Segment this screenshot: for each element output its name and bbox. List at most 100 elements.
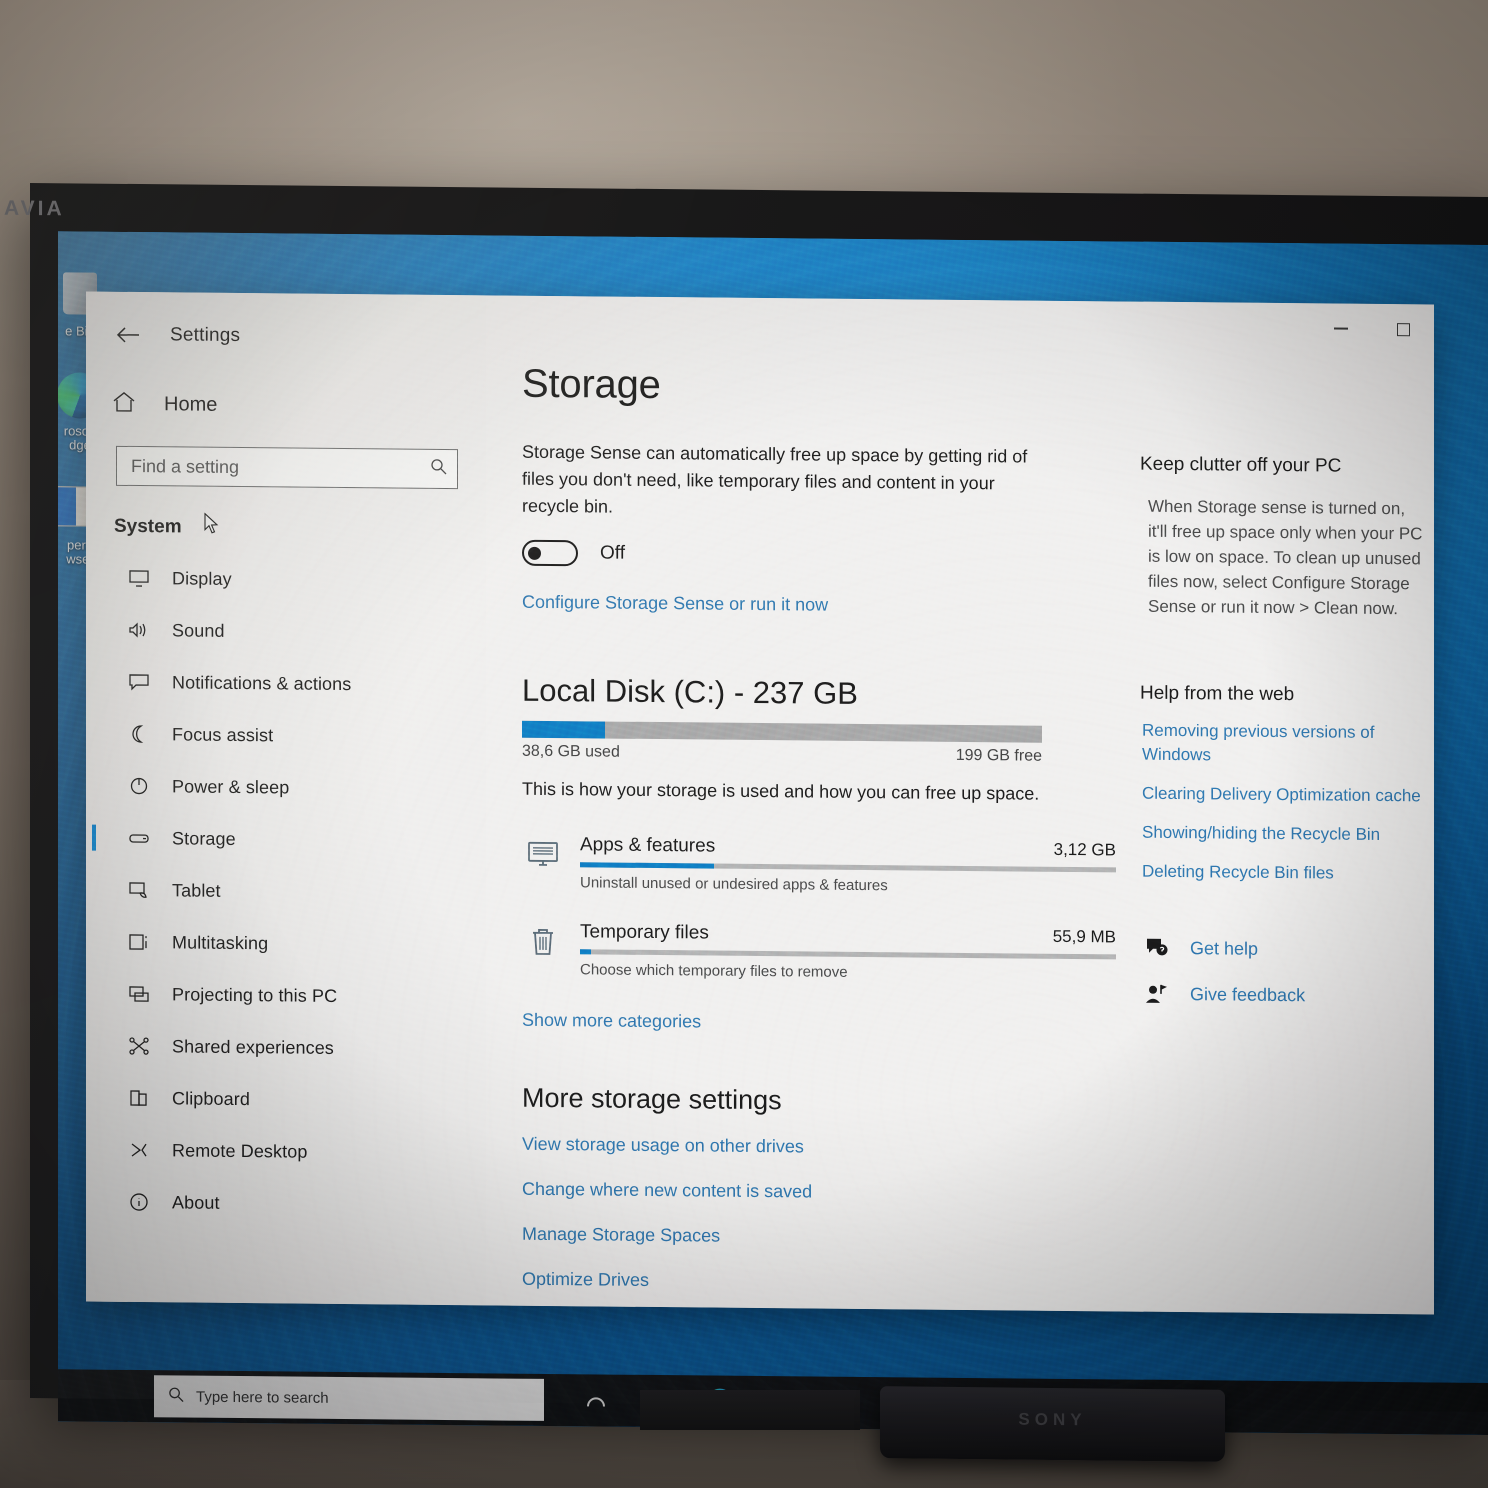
sidebar-item-remote-desktop[interactable]: Remote Desktop (86, 1124, 486, 1180)
storage-category-subtitle: Choose which temporary files to remove (580, 961, 848, 981)
settings-sidebar: Settings Home Find a setting System Disp… (86, 291, 486, 1306)
more-storage-settings-link[interactable]: View storage usage on other drives (522, 1134, 1116, 1161)
sidebar-item-tablet[interactable]: Tablet (86, 864, 486, 920)
main-column: Storage Storage Sense can automatically … (486, 361, 1116, 1314)
disk-legend: 38,6 GB used 199 GB free (522, 743, 1042, 766)
apps-monitor-icon (522, 834, 564, 876)
disk-free-label: 199 GB free (955, 746, 1042, 765)
support-link[interactable]: Give feedback (1190, 984, 1305, 1006)
more-storage-settings-link[interactable]: Optimize Drives (522, 1269, 1116, 1296)
configure-storage-sense-link[interactable]: Configure Storage Sense or run it now (522, 592, 828, 616)
monitor-stand-neck (640, 1390, 860, 1430)
storage-category-row[interactable]: Temporary files 55,9 MB Choose which tempo… (522, 921, 1116, 984)
mouse-cursor-icon (204, 512, 219, 535)
storage-category-subtitle: Uninstall unused or undesired apps & fea… (580, 874, 888, 895)
storage-category-header: Temporary files 55,9 MB (580, 921, 1116, 948)
help-from-web-link[interactable]: Showing/hiding the Recycle Bin (1140, 821, 1426, 848)
speaker-icon (124, 618, 154, 642)
sidebar-item-clipboard[interactable]: Clipboard (86, 1072, 486, 1128)
help-from-web-links: Removing previous versions of Windows Cle… (1140, 719, 1426, 887)
storage-category-name: Apps & features (580, 834, 716, 857)
maximize-button[interactable] (1372, 304, 1434, 355)
monitor-screen: e Bin rosoft dge pera wser Settings Home… (58, 231, 1488, 1435)
sidebar-item-multitasking[interactable]: Multitasking (86, 916, 486, 972)
sidebar-item-projecting-to-this-pc[interactable]: Projecting to this PC (86, 968, 486, 1024)
minimize-button[interactable] (1310, 303, 1372, 354)
storage-category-bar (580, 949, 1116, 960)
search-input[interactable] (131, 455, 430, 480)
help-chat-icon (1140, 934, 1174, 962)
sidebar-item-home[interactable]: Home (86, 382, 486, 430)
help-from-web-link[interactable]: Deleting Recycle Bin files (1140, 860, 1426, 887)
settings-main: Storage Storage Sense can automatically … (486, 295, 1434, 1315)
tablet-icon (124, 878, 154, 902)
share-icon (124, 1034, 154, 1058)
sidebar-item-storage[interactable]: Storage (86, 812, 486, 868)
sidebar-item-about[interactable]: About (86, 1176, 486, 1232)
taskbar-search-box[interactable]: Type here to search (154, 1375, 544, 1421)
info-icon (124, 1190, 154, 1214)
help-from-web-link[interactable]: Removing previous versions of Windows (1140, 719, 1426, 770)
search-container (86, 426, 486, 490)
sidebar-header: Settings (86, 310, 486, 358)
sidebar-item-sound[interactable]: Sound (86, 604, 486, 660)
support-row[interactable]: Give feedback (1140, 980, 1426, 1011)
project-icon (124, 982, 154, 1006)
storage-category-header: Apps & features 3,12 GB (580, 834, 1116, 861)
sidebar-item-display[interactable]: Display (86, 552, 486, 608)
stand-brand-label: SONY (1018, 1409, 1087, 1429)
trash-icon (522, 921, 564, 963)
storage-category-size: 3,12 GB (1053, 839, 1116, 860)
storage-sense-description: Storage Sense can automatically free up … (522, 441, 1028, 517)
storage-sense-toggle-state: Off (600, 542, 625, 564)
monitor-brand-label: AVIA (4, 196, 65, 221)
feedback-person-icon (1140, 980, 1174, 1008)
sidebar-item-shared-experiences[interactable]: Shared experiences (86, 1020, 486, 1076)
support-row[interactable]: Get help (1140, 934, 1426, 965)
more-storage-settings-link[interactable]: Change where new content is saved (522, 1179, 1116, 1206)
sidebar-item-label: Notifications & actions (172, 671, 352, 694)
disk-title: Local Disk (C:) - 237 GB (522, 672, 858, 711)
more-storage-settings-link[interactable]: Manage Storage Spaces (522, 1224, 1116, 1251)
disk-used-label: 38,6 GB used (522, 742, 620, 761)
sidebar-item-label: Sound (172, 619, 225, 641)
support-links: Get help Give feedback (1140, 934, 1426, 1011)
moon-icon (124, 722, 154, 746)
multitasking-icon (124, 930, 154, 954)
app-title: Settings (170, 324, 241, 347)
sidebar-item-focus-assist[interactable]: Focus assist (86, 708, 486, 764)
sidebar-group-title: System (86, 486, 486, 550)
cortana-icon[interactable] (580, 1384, 612, 1416)
storage-sense-toggle[interactable] (522, 539, 578, 567)
disk-hint: This is how your storage is used and how… (522, 778, 1040, 804)
storage-category-bar (580, 862, 1116, 873)
search-icon (430, 458, 447, 480)
back-arrow-icon[interactable] (108, 318, 148, 352)
sidebar-item-label: Clipboard (172, 1087, 250, 1109)
power-icon (124, 774, 154, 798)
monitor-bezel: AVIA e Bin rosoft dge pera wser Settings… (4, 183, 1488, 1435)
search-box[interactable] (116, 445, 458, 490)
show-more-categories-link[interactable]: Show more categories (522, 1010, 701, 1033)
remote-desktop-icon (124, 1138, 154, 1162)
support-link[interactable]: Get help (1190, 938, 1258, 960)
sidebar-item-label: Home (164, 392, 218, 416)
more-storage-settings-title: More storage settings (522, 1082, 782, 1116)
sidebar-item-label: Storage (172, 827, 236, 849)
sidebar-item-power-sleep[interactable]: Power & sleep (86, 760, 486, 816)
sidebar-item-label: Tablet (172, 879, 221, 901)
sidebar-item-notifications-actions[interactable]: Notifications & actions (86, 656, 486, 712)
monitor-stand-base: SONY (880, 1386, 1225, 1462)
sidebar-item-label: Shared experiences (172, 1035, 334, 1058)
more-storage-settings-links: View storage usage on other drives Change… (522, 1134, 1116, 1315)
taskbar-search-placeholder: Type here to search (196, 1388, 329, 1407)
home-icon (112, 390, 148, 417)
settings-window: Settings Home Find a setting System Disp… (86, 291, 1434, 1315)
disk-usage-bar (522, 720, 1042, 743)
search-icon (168, 1386, 184, 1407)
sidebar-item-label: Power & sleep (172, 775, 290, 797)
notification-icon (124, 670, 154, 694)
help-from-web-link[interactable]: Clearing Delivery Optimization cache (1140, 782, 1426, 809)
sidebar-item-label: Multitasking (172, 931, 269, 953)
storage-category-row[interactable]: Apps & features 3,12 GB Uninstall unused o… (522, 834, 1116, 897)
